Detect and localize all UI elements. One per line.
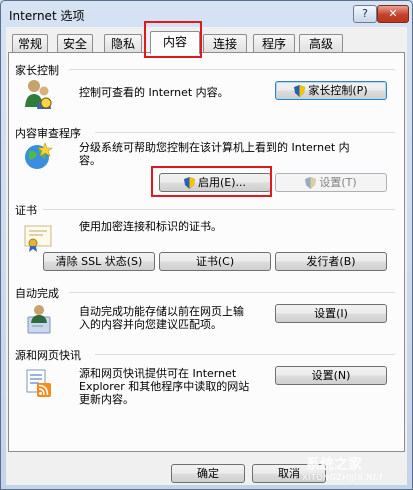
feeds-icon bbox=[26, 369, 51, 397]
separator bbox=[43, 209, 395, 210]
autocomplete-description-line2: 入的内容并向您建议匹配项。 bbox=[79, 318, 222, 331]
tab-advanced[interactable]: 高级 bbox=[299, 34, 343, 53]
enable-content-advisor-button[interactable]: 启用(E)... bbox=[159, 173, 271, 192]
settings-button-label: 设置(T) bbox=[319, 176, 357, 189]
autocomplete-settings-button[interactable]: 设置(I) bbox=[275, 304, 387, 323]
content-advisor-settings-button[interactable]: 设置(T) bbox=[275, 173, 387, 192]
autocomplete-description-line1: 自动完成功能存储以前在网页上输 bbox=[79, 305, 244, 318]
globe-icon bbox=[25, 142, 53, 169]
watermark-url: XITONGZHIJIA.NET bbox=[302, 473, 384, 482]
parental-controls-heading: 家长控制 bbox=[15, 64, 59, 77]
watermark: 系统之家 XITONGZHIJIA.NET bbox=[258, 450, 413, 490]
internet-options-window: Internet 选项 ? ✕ 常规 安全 隐私 内容 连接 程序 高级 家长控… bbox=[0, 0, 413, 490]
tab-strip: 常规 安全 隐私 内容 连接 程序 高级 bbox=[8, 31, 407, 54]
feeds-description-line3: 更新内容。 bbox=[79, 393, 134, 406]
feeds-description-line1: 源和网页快讯提供可在 Internet bbox=[79, 367, 237, 380]
watermark-text: 系统之家 bbox=[306, 457, 362, 473]
window-title: Internet 选项 bbox=[9, 9, 85, 23]
help-button[interactable]: ? bbox=[353, 5, 377, 23]
tab-content[interactable]: 内容 bbox=[150, 31, 200, 54]
separator bbox=[95, 132, 395, 133]
uac-shield-icon bbox=[305, 177, 317, 189]
parental-controls-button-label: 家长控制(P) bbox=[308, 84, 368, 97]
tab-programs[interactable]: 程序 bbox=[253, 34, 295, 53]
publishers-button[interactable]: 发行者(B) bbox=[275, 252, 387, 271]
uac-shield-icon bbox=[183, 177, 195, 189]
feeds-description-line2: Explorer 和其他程序中读取的网站 bbox=[79, 380, 250, 393]
clear-ssl-state-button[interactable]: 清除 SSL 状态(S) bbox=[43, 252, 155, 271]
content-advisor-description-line2: 容。 bbox=[79, 154, 101, 167]
close-button[interactable]: ✕ bbox=[377, 5, 409, 23]
tab-privacy[interactable]: 隐私 bbox=[104, 34, 142, 53]
separator bbox=[95, 354, 395, 355]
certificates-button[interactable]: 证书(C) bbox=[159, 252, 271, 271]
certificates-description: 使用加密连接和标识的证书。 bbox=[79, 220, 222, 233]
parental-controls-description: 控制可查看的 Internet 内容。 bbox=[79, 86, 229, 99]
certificates-heading: 证书 bbox=[15, 204, 37, 217]
uac-shield-icon bbox=[294, 85, 306, 97]
feeds-heading: 源和网页快讯 bbox=[15, 349, 81, 362]
separator bbox=[69, 292, 395, 293]
content-advisor-description-line1: 分级系统可帮助您控制在该计算机上看到的 Internet 内 bbox=[79, 141, 350, 154]
dialog-client-area: 常规 安全 隐私 内容 连接 程序 高级 家长控制 控制可查看的 Interne… bbox=[6, 27, 407, 485]
separator bbox=[69, 69, 395, 70]
feeds-settings-button[interactable]: 设置(N) bbox=[275, 366, 387, 385]
content-advisor-heading: 内容审查程序 bbox=[15, 127, 81, 140]
autocomplete-user-icon bbox=[27, 305, 51, 334]
tab-connections[interactable]: 连接 bbox=[203, 34, 247, 53]
tab-security[interactable]: 安全 bbox=[57, 34, 93, 53]
autocomplete-heading: 自动完成 bbox=[15, 287, 59, 300]
title-bar: Internet 选项 ? ✕ bbox=[1, 1, 412, 27]
tab-general[interactable]: 常规 bbox=[12, 34, 48, 53]
certificate-icon bbox=[24, 225, 52, 252]
parental-controls-button[interactable]: 家长控制(P) bbox=[275, 81, 387, 100]
enable-button-label: 启用(E)... bbox=[197, 176, 247, 189]
ok-button[interactable]: 确定 bbox=[171, 464, 245, 483]
content-tab-panel: 家长控制 控制可查看的 Internet 内容。 家长控制(P) 内容审查程序 bbox=[8, 52, 405, 452]
parental-users-icon bbox=[25, 80, 52, 109]
